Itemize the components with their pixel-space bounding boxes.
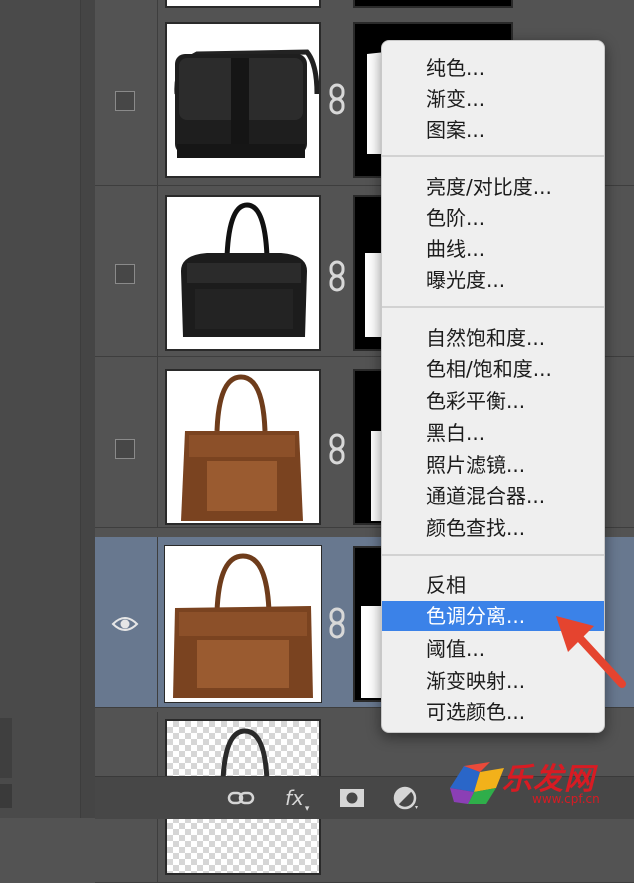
menu-item-color-lookup[interactable]: 颜色查找...: [382, 513, 604, 543]
fx-label: fx: [285, 786, 304, 810]
menu-item-selective-color[interactable]: 可选颜色...: [382, 697, 604, 727]
fx-button[interactable]: fx▾: [285, 786, 309, 814]
menu-item-levels[interactable]: 色阶...: [382, 203, 604, 233]
watermark: 乐发网 www.cpf.cn: [440, 752, 634, 818]
visibility-toggle[interactable]: [115, 91, 135, 111]
visibility-column: [95, 15, 158, 185]
menu-separator: [382, 306, 604, 308]
link-chain-icon[interactable]: [327, 83, 347, 115]
visibility-column: [95, 357, 158, 527]
menu-item-solid-color[interactable]: 纯色...: [382, 53, 604, 83]
menu-item-exposure[interactable]: 曝光度...: [382, 265, 604, 295]
menu-item-photo-filter[interactable]: 照片滤镜...: [382, 450, 604, 480]
layer-thumbnail[interactable]: [165, 369, 321, 525]
red-arrow-annotation: [556, 616, 626, 688]
left-panel-strip: [0, 0, 95, 818]
link-layers-icon[interactable]: [227, 786, 255, 810]
layer-row[interactable]: [95, 0, 634, 16]
watermark-logo-icon: [450, 762, 504, 804]
visibility-column: [95, 0, 158, 15]
visibility-toggle[interactable]: [115, 439, 135, 459]
brown-tote-bag-image: [181, 374, 303, 521]
add-mask-icon[interactable]: [339, 786, 365, 810]
layer-thumbnail[interactable]: [165, 195, 321, 351]
black-messenger-bag-image: [174, 49, 319, 158]
eye-icon[interactable]: [111, 615, 139, 633]
panel-tab-small[interactable]: [0, 784, 12, 808]
panel-tab[interactable]: [0, 718, 12, 778]
menu-item-brightness-contrast[interactable]: 亮度/对比度...: [382, 172, 604, 202]
layer-thumbnail[interactable]: [165, 22, 321, 178]
menu-item-vibrance[interactable]: 自然饱和度...: [382, 323, 604, 353]
link-chain-icon[interactable]: [327, 433, 347, 465]
visibility-toggle[interactable]: [115, 264, 135, 284]
menu-item-gradient[interactable]: 渐变...: [382, 84, 604, 114]
visibility-column: [95, 186, 158, 356]
menu-item-black-white[interactable]: 黑白...: [382, 418, 604, 448]
menu-separator: [382, 554, 604, 556]
menu-item-color-balance[interactable]: 色彩平衡...: [382, 386, 604, 416]
layer-thumbnail[interactable]: [165, 0, 321, 8]
layer-mask-thumbnail[interactable]: [353, 0, 513, 8]
menu-item-hue-saturation[interactable]: 色相/饱和度...: [382, 354, 604, 384]
menu-item-pattern[interactable]: 图案...: [382, 115, 604, 145]
left-panel-inner: [0, 0, 81, 818]
watermark-url: www.cpf.cn: [532, 792, 600, 806]
menu-item-channel-mixer[interactable]: 通道混合器...: [382, 481, 604, 511]
layer-thumbnail[interactable]: [164, 545, 322, 703]
menu-item-curves[interactable]: 曲线...: [382, 234, 604, 264]
menu-item-invert[interactable]: 反相: [382, 570, 604, 600]
brown-tote-bag-image: [173, 553, 313, 698]
visibility-column: [95, 537, 158, 707]
menu-separator: [382, 155, 604, 157]
link-chain-icon[interactable]: [327, 607, 347, 639]
black-duffel-bag-image: [181, 202, 307, 337]
adjustment-layer-icon[interactable]: [393, 786, 419, 810]
link-chain-icon[interactable]: [327, 260, 347, 292]
